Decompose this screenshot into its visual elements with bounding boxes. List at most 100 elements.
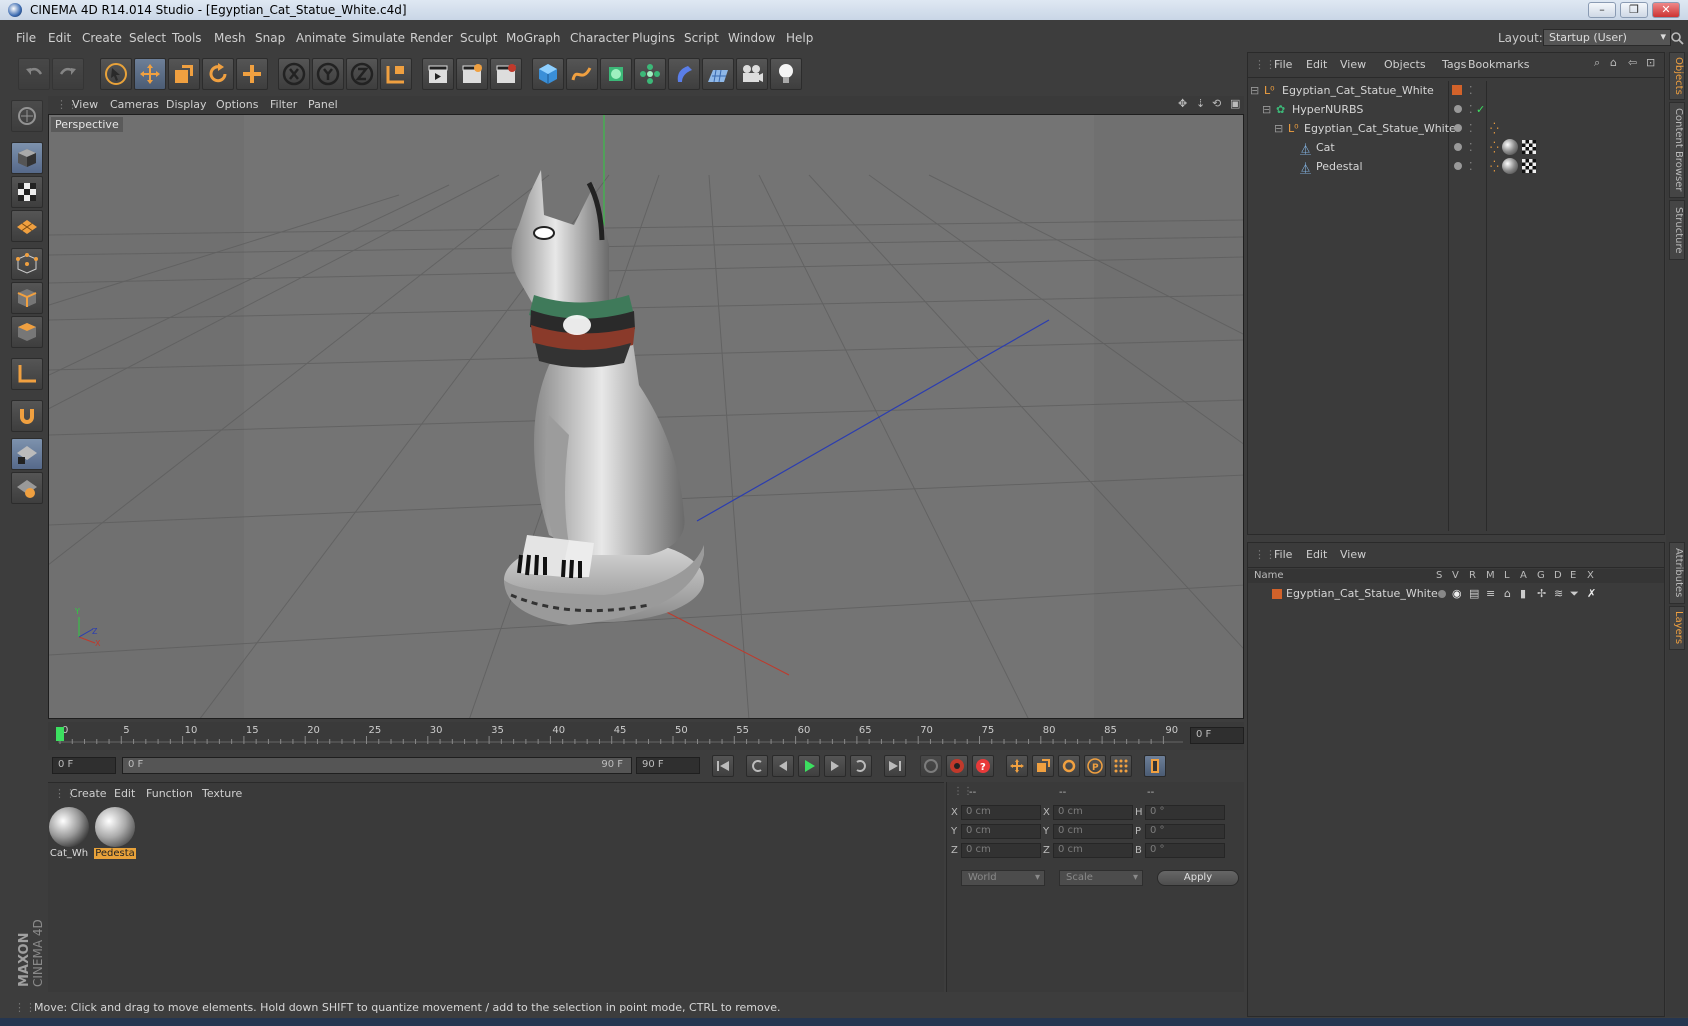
key-parameter-button[interactable]: P [1084,755,1106,777]
model-mode-button[interactable] [11,142,43,174]
menu-help[interactable]: Help [786,31,813,45]
menu-create[interactable]: Create [82,31,122,45]
layer-dot-icon[interactable] [1454,143,1462,151]
tab-attributes[interactable]: Attributes [1669,542,1685,604]
polygons-mode-button[interactable] [11,316,43,348]
close-button[interactable]: ✕ [1652,2,1680,18]
next-keyframe-button[interactable] [850,755,872,777]
menu-mograph[interactable]: MoGraph [506,31,561,45]
layer-dot-icon[interactable] [1454,162,1462,170]
cube-object-button[interactable] [532,58,564,90]
viewport-menu-cameras[interactable]: Cameras [110,98,159,111]
menu-tools[interactable]: Tools [172,31,202,45]
home-icon[interactable]: ⌂ [1610,56,1617,69]
go-to-start-button[interactable] [712,755,734,777]
layers-menu-view[interactable]: View [1340,548,1366,561]
object-row[interactable]: ⏅ Pedestal ⁚ ⁛ [1248,157,1664,176]
start-frame-field[interactable]: 0 F [52,757,116,774]
material-pedestal[interactable]: Pedesta [94,807,136,865]
rotate-tool-button[interactable] [202,58,234,90]
objects-menu-view[interactable]: View [1340,58,1366,71]
generator-icon[interactable]: ✢ [1537,587,1546,600]
material-tag-icon[interactable] [1502,139,1518,155]
menu-window[interactable]: Window [728,31,775,45]
menu-edit[interactable]: Edit [48,31,71,45]
solo-dot-icon[interactable] [1438,590,1446,598]
tab-objects[interactable]: Objects [1669,52,1685,100]
end-frame-field[interactable]: 90 F [636,757,700,774]
points-mode-button[interactable] [11,248,43,280]
viewport-zoom-icon[interactable]: ⇣ [1196,97,1205,110]
search-icon[interactable]: ⌕ [1594,56,1600,70]
layer-tag-icon[interactable]: ⁛ [1490,141,1499,154]
layers-menu-file[interactable]: File [1274,548,1292,561]
preview-range-slider[interactable]: 0 F 90 F [122,757,632,774]
material-menu-texture[interactable]: Texture [202,787,242,800]
viewport-menu-view[interactable]: View [72,98,98,111]
tab-content-browser[interactable]: Content Browser [1669,102,1685,198]
layers-menu-edit[interactable]: Edit [1306,548,1327,561]
viewport-menu-panel[interactable]: Panel [308,98,338,111]
live-selection-button[interactable] [100,58,132,90]
uvw-tag-icon[interactable] [1522,159,1536,173]
render-settings-button[interactable] [490,58,522,90]
recent-tool-button[interactable] [236,58,268,90]
autokey-button[interactable] [946,755,968,777]
perspective-viewport[interactable]: Y Z X Perspective [48,114,1244,719]
collapse-icon[interactable]: ⊟ [1262,103,1271,116]
go-to-end-button[interactable] [884,755,906,777]
apply-button[interactable]: Apply [1157,870,1239,886]
object-row[interactable]: ⏅ Cat ⁚ ⁛ [1248,138,1664,157]
render-clapper-icon[interactable]: ▤ [1469,587,1479,600]
material-menu-create[interactable]: Create [70,787,107,800]
deformer-button[interactable] [668,58,700,90]
pos-y-field[interactable]: 0 cm [961,824,1041,839]
visibility-dots-icon[interactable]: ⁚ [1469,84,1473,97]
workplane-mode-button[interactable] [11,210,43,242]
pos-x-field[interactable]: 0 cm [961,805,1041,820]
camera-button[interactable] [736,58,768,90]
menu-animate[interactable]: Animate [296,31,346,45]
layer-tag-icon[interactable]: ⁛ [1490,160,1499,173]
menu-mesh[interactable]: Mesh [214,31,246,45]
coordinate-space-dropdown[interactable]: World ▾ [961,870,1045,886]
render-picture-viewer-button[interactable] [456,58,488,90]
size-y-field[interactable]: 0 cm [1053,824,1133,839]
menu-select[interactable]: Select [129,31,166,45]
snap-button[interactable] [11,400,43,432]
menu-character[interactable]: Character [570,31,629,45]
rot-b-field[interactable]: 0 ° [1145,843,1225,858]
xref-icon[interactable]: ✗ [1587,587,1596,600]
material-menu-edit[interactable]: Edit [114,787,135,800]
visibility-dots-icon[interactable]: ⁚ [1469,141,1473,154]
material-menu-function[interactable]: Function [146,787,193,800]
collapse-icon[interactable]: ⊟ [1250,84,1259,97]
menu-snap[interactable]: Snap [255,31,285,45]
size-z-field[interactable]: 0 cm [1053,843,1133,858]
array-button[interactable] [634,58,666,90]
menu-simulate[interactable]: Simulate [352,31,405,45]
eye-icon[interactable]: ◉ [1452,587,1462,600]
key-position-button[interactable] [1006,755,1028,777]
object-row[interactable]: ⊟ L⁰ Egyptian_Cat_Statue_White ⁚ [1248,81,1664,100]
viewport-pan-icon[interactable]: ✥ [1178,97,1187,110]
menu-script[interactable]: Script [684,31,719,45]
key-pla-button[interactable] [1110,755,1132,777]
size-x-field[interactable]: 0 cm [1053,805,1133,820]
minimize-button[interactable]: – [1588,2,1616,18]
floor-button[interactable] [702,58,734,90]
edges-mode-button[interactable] [11,282,43,314]
z-axis-button[interactable] [346,58,378,90]
current-frame-field[interactable]: 0 F [1190,727,1244,744]
material-cat-white[interactable]: Cat_Wh [48,807,90,865]
layer-tag-icon[interactable]: ⁛ [1490,122,1499,135]
rot-h-field[interactable]: 0 ° [1145,805,1225,820]
playhead-marker[interactable] [56,727,64,741]
pos-z-field[interactable]: 0 cm [961,843,1041,858]
visibility-dots-icon[interactable]: ⁚ [1469,160,1473,173]
record-keys-button[interactable] [920,755,942,777]
move-tool-button[interactable] [134,58,166,90]
play-button[interactable] [798,755,820,777]
uvw-tag-icon[interactable] [1522,140,1536,154]
coordinate-system-button[interactable] [380,58,412,90]
